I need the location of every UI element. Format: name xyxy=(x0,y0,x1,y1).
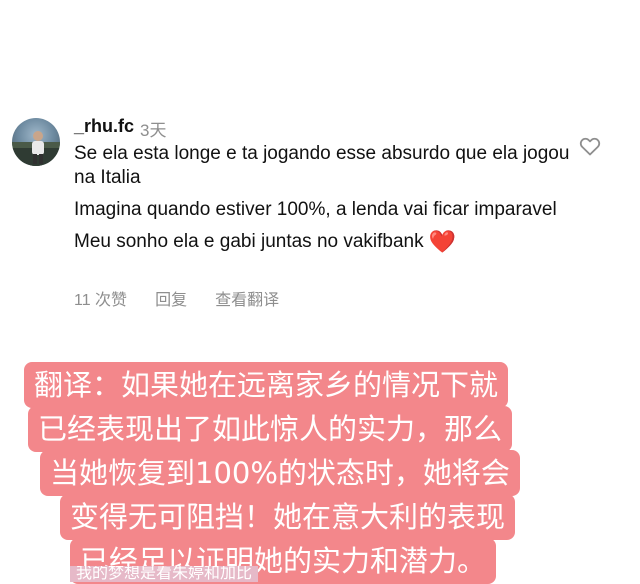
view-translation-button[interactable]: 查看翻译 xyxy=(215,286,279,310)
comment-username[interactable]: _rhu.fc xyxy=(74,116,134,137)
comment-body: Se ela esta longe e ta jogando esse absu… xyxy=(74,142,574,262)
overlay-bottom-line: 我的梦想是看朱婷和加比 xyxy=(70,566,259,582)
like-button[interactable] xyxy=(578,134,602,158)
heart-outline-icon xyxy=(579,137,601,156)
comment-paragraph: Meu sonho ela e gabi juntas no vakifbank… xyxy=(74,230,574,254)
avatar-photo xyxy=(12,131,60,166)
overlay-line: 当她恢复到100%的状态时，她将会 xyxy=(40,450,520,496)
comment-actions: 11 次赞 回复 查看翻译 xyxy=(74,286,279,310)
comment-timestamp: 3天 xyxy=(140,121,167,140)
reply-button[interactable]: 回复 xyxy=(155,286,187,310)
comment-paragraph: Imagina quando estiver 100%, a lenda vai… xyxy=(74,199,557,220)
overlay-line: 翻译：如果她在远离家乡的情况下就 xyxy=(24,362,509,408)
comment-paragraph-text: Meu sonho ela e gabi juntas no vakifbank xyxy=(74,231,424,252)
likes-count[interactable]: 11 次赞 xyxy=(74,286,127,310)
comment-paragraph: Se ela esta longe e ta jogando esse absu… xyxy=(74,143,570,188)
avatar[interactable] xyxy=(12,118,60,166)
overlay-line: 已经表现出了如此惊人的实力，那么 xyxy=(28,406,513,452)
comment: _rhu.fc 3天 Se ela esta longe e ta jogand… xyxy=(12,112,628,312)
overlay-line: 变得无可阻挡！她在意大利的表现 xyxy=(60,494,516,540)
heart-emoji: ❤️ xyxy=(428,229,457,254)
